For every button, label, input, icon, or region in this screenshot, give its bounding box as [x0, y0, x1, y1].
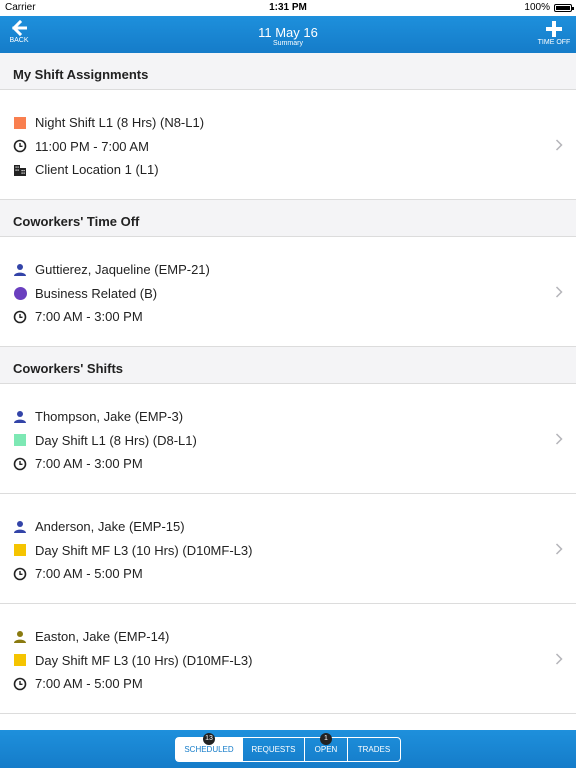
shift-location: Client Location 1 (L1)	[35, 162, 159, 178]
coworker-shift-card[interactable]: Easton, Jake (EMP-14) Day Shift MF L3 (1…	[0, 604, 576, 714]
shift-line: Night Shift L1 (8 Hrs) (N8-L1)	[13, 111, 563, 135]
coworker-shift-card[interactable]: Thompson, Jake (EMP-3) Day Shift L1 (8 H…	[0, 384, 576, 494]
chevron-right-icon	[555, 652, 563, 665]
nav-bar: BACK 11 May 16 Summary TIME OFF	[0, 16, 576, 53]
chevron-right-icon	[555, 432, 563, 445]
shift-line: Day Shift L1 (8 Hrs) (D8-L1)	[13, 429, 563, 453]
person-line: Guttierez, Jaqueline (EMP-21)	[13, 258, 563, 282]
shift-name: Night Shift L1 (8 Hrs) (N8-L1)	[35, 115, 205, 131]
clock-icon	[13, 457, 27, 471]
time-off-button[interactable]: TIME OFF	[536, 20, 572, 46]
clock-icon	[13, 567, 27, 581]
clock-icon	[13, 310, 27, 324]
battery-percent: 100%	[524, 2, 550, 13]
page-title: 11 May 16	[258, 25, 318, 40]
shift-name: Day Shift L1 (8 Hrs) (D8-L1)	[35, 432, 197, 448]
reason-line: Business Related (B)	[13, 282, 563, 306]
time-line: 7:00 AM - 3:00 PM	[13, 305, 563, 329]
time-off-card[interactable]: Guttierez, Jaqueline (EMP-21) Business R…	[0, 237, 576, 347]
shift-line: Day Shift MF L3 (10 Hrs) (D10MF-L3)	[13, 539, 563, 563]
time-off-label: TIME OFF	[537, 39, 571, 46]
battery-icon	[554, 4, 574, 12]
person-icon	[13, 520, 27, 534]
battery-fill	[556, 6, 570, 10]
section-header-coworker-shifts: Coworkers' Shifts	[0, 347, 576, 384]
page-subtitle: Summary	[273, 40, 303, 47]
person-icon	[13, 410, 27, 424]
shift-time: 7:00 AM - 5:00 PM	[35, 676, 143, 692]
tab-open[interactable]: 1 OPEN	[305, 733, 348, 761]
shift-line: Day Shift MF L3 (10 Hrs) (D10MF-L3)	[13, 649, 563, 673]
person-name: Anderson, Jake (EMP-15)	[35, 519, 185, 535]
status-time: 1:31 PM	[269, 2, 307, 13]
time-line: 7:00 AM - 5:00 PM	[13, 672, 563, 696]
location-line: Client Location 1 (L1)	[13, 158, 563, 182]
open-count-badge: 1	[320, 733, 332, 745]
reason-color-dot	[13, 286, 27, 300]
person-name: Easton, Jake (EMP-14)	[35, 629, 170, 645]
scheduled-count-badge: 13	[203, 733, 215, 745]
shift-time: 11:00 PM - 7:00 AM	[35, 138, 149, 154]
shift-color-swatch	[14, 544, 26, 557]
tab-label: TRADES	[357, 745, 391, 754]
shift-time: 7:00 AM - 3:00 PM	[35, 456, 143, 472]
time-line: 11:00 PM - 7:00 AM	[13, 135, 563, 159]
person-line: Easton, Jake (EMP-14)	[13, 625, 563, 649]
coworker-shift-card[interactable]: Anderson, Jake (EMP-15) Day Shift MF L3 …	[0, 494, 576, 604]
bottom-tab-bar: 13 SCHEDULED REQUESTS 1 OPEN TRADES	[0, 730, 576, 768]
schedule-list[interactable]: My Shift Assignments Night Shift L1 (8 H…	[0, 53, 576, 730]
chevron-right-icon	[555, 285, 563, 298]
tab-trades[interactable]: TRADES	[348, 738, 400, 761]
person-line: Thompson, Jake (EMP-3)	[13, 405, 563, 429]
chevron-right-icon	[555, 542, 563, 555]
shift-name: Day Shift MF L3 (10 Hrs) (D10MF-L3)	[35, 542, 253, 558]
time-off-time: 7:00 AM - 3:00 PM	[35, 309, 143, 325]
shift-time: 7:00 AM - 5:00 PM	[35, 566, 143, 582]
schedule-filter-segmented-control: 13 SCHEDULED REQUESTS 1 OPEN TRADES	[175, 733, 401, 762]
plus-icon	[546, 21, 562, 37]
person-icon	[13, 263, 27, 277]
tab-scheduled[interactable]: 13 SCHEDULED	[176, 733, 243, 761]
tab-label: OPEN	[314, 745, 338, 754]
time-line: 7:00 AM - 5:00 PM	[13, 562, 563, 586]
shift-color-swatch	[14, 654, 26, 667]
time-line: 7:00 AM - 3:00 PM	[13, 452, 563, 476]
time-off-reason: Business Related (B)	[35, 285, 158, 301]
building-icon	[13, 163, 27, 177]
section-header-my-shifts: My Shift Assignments	[0, 53, 576, 90]
clock-icon	[13, 677, 27, 691]
status-bar: Carrier 1:31 PM 100%	[0, 0, 576, 16]
person-name: Guttierez, Jaqueline (EMP-21)	[35, 262, 210, 278]
shift-name: Day Shift MF L3 (10 Hrs) (D10MF-L3)	[35, 652, 253, 668]
shift-color-swatch	[14, 116, 26, 129]
person-icon	[13, 630, 27, 644]
tab-label: REQUESTS	[251, 745, 296, 754]
shift-assignment-card[interactable]: Night Shift L1 (8 Hrs) (N8-L1) 11:00 PM …	[0, 90, 576, 200]
nav-title-block: 11 May 16 Summary	[0, 25, 576, 48]
person-line: Anderson, Jake (EMP-15)	[13, 515, 563, 539]
tab-label: SCHEDULED	[184, 745, 234, 754]
tab-requests[interactable]: REQUESTS	[243, 738, 305, 761]
section-header-time-off: Coworkers' Time Off	[0, 200, 576, 237]
shift-color-swatch	[14, 434, 26, 447]
chevron-right-icon	[555, 138, 563, 151]
person-name: Thompson, Jake (EMP-3)	[35, 409, 184, 425]
clock-icon	[13, 139, 27, 153]
